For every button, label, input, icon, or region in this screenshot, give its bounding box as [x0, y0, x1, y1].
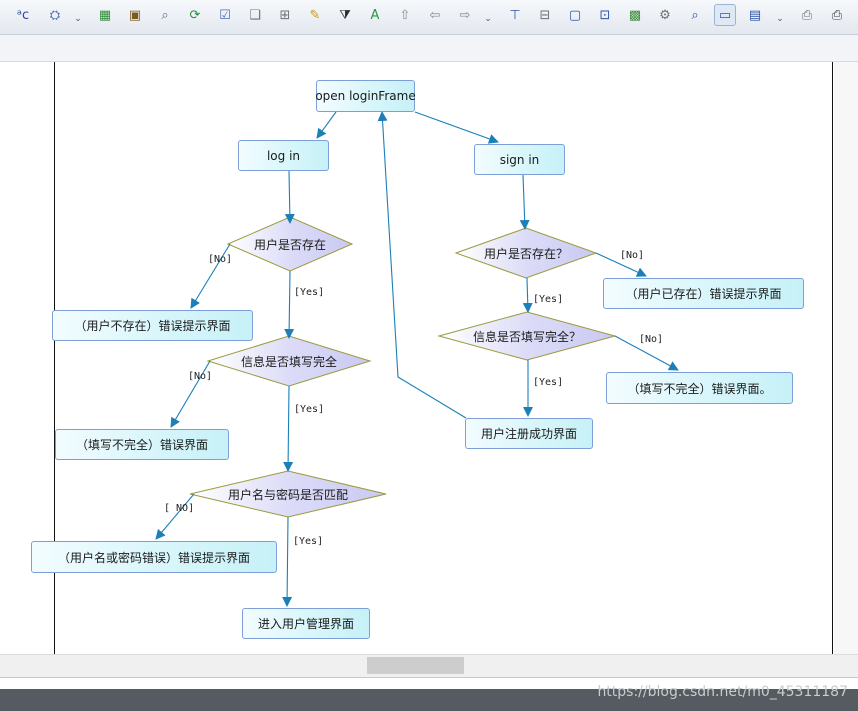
toolbar: ᵃc ⛭ ▦ ▣ ⌕ ⟳ ☑ ❏ ⊞ ✎ ⧩ A ⇧ ⇦ ⇨ ⊤ ⊟ ▢ ⊡ ▩ ⚙ ⌕ ▭ ▤ ⎙ ⎙ ⌄ ⌄ ⌄	[0, 0, 858, 35]
node-user-exists-error[interactable]: （用户已存在）错误提示界面	[603, 278, 804, 309]
print-preview-icon[interactable]: ⎙	[796, 4, 818, 26]
decision-signup-user-exists[interactable]: 用户是否存在？	[456, 228, 596, 278]
edge-signin-to-decision	[519, 174, 530, 230]
toolbar-overflow-icon[interactable]: ⌄	[776, 14, 784, 28]
checklist-icon[interactable]: ☑	[214, 4, 236, 26]
align-grid-icon[interactable]: ⊞	[274, 4, 296, 26]
briefcase-icon[interactable]: ▣	[124, 4, 146, 26]
guard-yes-signup-info: [Yes]	[533, 377, 564, 388]
edge-yes-signup-exists	[522, 277, 533, 313]
paint-bucket-icon[interactable]: ⧩	[334, 4, 356, 26]
forward-arrow-icon[interactable]: ⇨	[454, 4, 476, 26]
page-icon[interactable]: ▢	[564, 4, 586, 26]
node-user-not-exist-error[interactable]: （用户不存在）错误提示界面	[52, 310, 253, 341]
edge-open-to-signin	[414, 111, 499, 144]
edge-register-to-open	[377, 111, 467, 419]
watermark-text: https://blog.csdn.net/m0_45311187	[597, 684, 848, 700]
back-arrow-icon[interactable]: ⇦	[424, 4, 446, 26]
printer-icon[interactable]: ⎙	[826, 4, 848, 26]
node-register-success[interactable]: 用户注册成功界面	[465, 418, 593, 449]
decision-login-info-complete[interactable]: 信息是否填写完全	[208, 336, 370, 386]
image-icon[interactable]: ▩	[624, 4, 646, 26]
component-icon[interactable]: ⊡	[594, 4, 616, 26]
decision-credentials-match[interactable]: 用户名与密码是否匹配	[190, 471, 386, 517]
guard-no-user-exists: [No]	[208, 254, 233, 265]
node-sign-in[interactable]: sign in	[474, 144, 565, 175]
comment-icon[interactable]: ▭	[714, 4, 736, 26]
decision-login-user-exists[interactable]: 用户是否存在	[228, 217, 352, 271]
edge-yes-info-complete	[283, 385, 294, 472]
notebook-icon[interactable]: ▦	[94, 4, 116, 26]
refresh-icon[interactable]: ⟳	[184, 4, 206, 26]
zoom-page-icon[interactable]: ⌕	[684, 4, 706, 26]
guard-no-info-complete: [No]	[188, 371, 213, 382]
node-credentials-error[interactable]: （用户名或密码错误）错误提示界面	[31, 541, 277, 573]
node-login-incomplete-error[interactable]: （填写不完全）错误界面	[55, 429, 229, 460]
edge-yes-credentials	[282, 516, 293, 607]
layout-icon[interactable]: ⊟	[534, 4, 556, 26]
pencil-icon[interactable]: ✎	[304, 4, 326, 26]
font-color-icon[interactable]: A	[364, 4, 386, 26]
edge-yes-user-exists	[284, 270, 295, 339]
edge-no-credentials	[155, 493, 195, 540]
shadow-box-icon[interactable]: ❏	[244, 4, 266, 26]
find-replace-icon[interactable]: ⌕	[154, 4, 176, 26]
spell-check-icon[interactable]: ᵃc	[12, 4, 34, 26]
guard-yes-credentials: [Yes]	[293, 536, 324, 547]
node-log-in[interactable]: log in	[238, 140, 329, 171]
guard-no-signup-info: [No]	[639, 334, 664, 345]
toolbar-overflow-icon[interactable]: ⌄	[484, 14, 492, 28]
scrollbar-thumb[interactable]	[367, 657, 464, 674]
node-enter-admin[interactable]: 进入用户管理界面	[242, 608, 370, 639]
edge-open-to-login	[316, 111, 337, 139]
node-open-login-frame[interactable]: open loginFrame	[315, 80, 416, 112]
horizontal-scrollbar[interactable]	[0, 654, 858, 677]
diagram-canvas[interactable]: 用户是否存在 信息是否填写完全 用户名与密码是否匹配 用户是否存在？ 信息是否填…	[0, 62, 858, 654]
guard-yes-info-complete: [Yes]	[294, 404, 325, 415]
shield-gear-icon[interactable]: ⛭	[44, 4, 66, 26]
edge-login-to-decision	[284, 170, 295, 224]
guard-yes-signup-exists: [Yes]	[533, 294, 564, 305]
export-icon[interactable]: ⇧	[394, 4, 416, 26]
node-signup-incomplete-error[interactable]: （填写不完全）错误界面。	[606, 372, 793, 404]
toolbar-overflow-icon[interactable]: ⌄	[74, 14, 82, 28]
ruler-strip	[0, 35, 858, 62]
class-diagram-icon[interactable]: ⊤	[504, 4, 526, 26]
guard-no-credentials: [ NO]	[164, 503, 195, 514]
decision-signup-info-complete[interactable]: 信息是否填写完全？	[439, 312, 615, 360]
guard-yes-user-exists: [Yes]	[294, 287, 325, 298]
table-icon[interactable]: ▤	[744, 4, 766, 26]
guard-no-signup-exists: [No]	[620, 250, 645, 261]
settings-page-icon[interactable]: ⚙	[654, 4, 676, 26]
